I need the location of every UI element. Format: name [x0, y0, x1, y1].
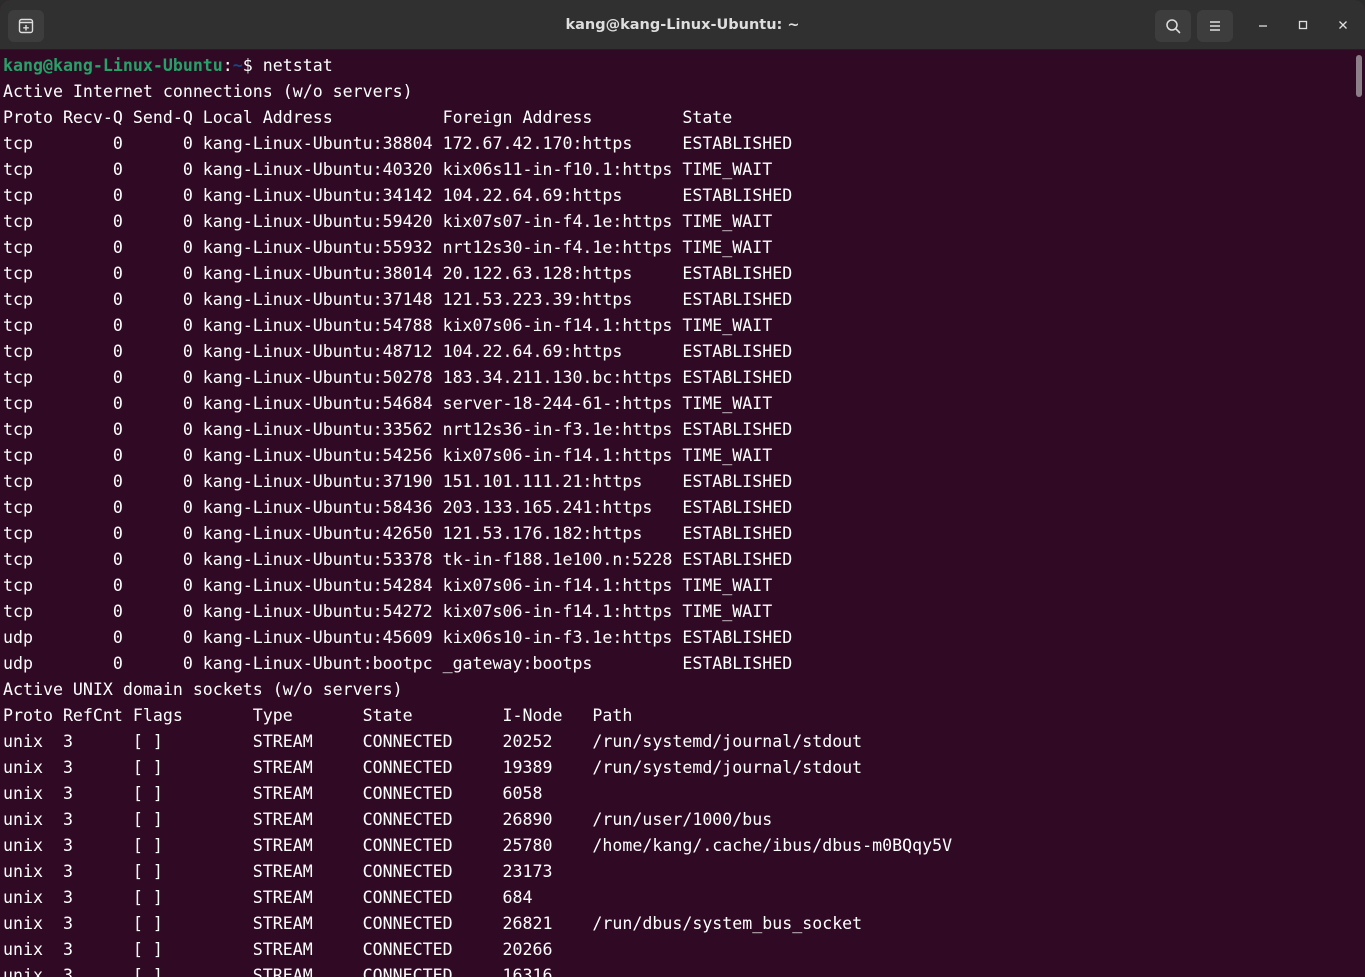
- unix-socket-row: unix 3 [ ] STREAM CONNECTED 26821 /run/d…: [3, 914, 863, 933]
- hamburger-menu-icon: [1208, 19, 1222, 33]
- inet-connection-row: udp 0 0 kang-Linux-Ubuntu:45609 kix06s10…: [3, 628, 793, 647]
- unix-socket-row: unix 3 [ ] STREAM CONNECTED 20266: [3, 940, 593, 959]
- terminal-window: kang@kang-Linux-Ubuntu: ~ kang@kang-Linu…: [0, 0, 1365, 977]
- inet-connection-row: tcp 0 0 kang-Linux-Ubuntu:37190 151.101.…: [3, 472, 793, 491]
- unix-socket-row: unix 3 [ ] STREAM CONNECTED 26890 /run/u…: [3, 810, 773, 829]
- inet-connection-row: tcp 0 0 kang-Linux-Ubuntu:40320 kix06s11…: [3, 160, 793, 179]
- inet-column-headers: Proto Recv-Q Send-Q Local Address Foreig…: [3, 108, 793, 127]
- prompt-path: ~: [232, 56, 243, 75]
- inet-connection-row: tcp 0 0 kang-Linux-Ubuntu:34142 104.22.6…: [3, 186, 793, 205]
- inet-connection-row: tcp 0 0 kang-Linux-Ubuntu:54684 server-1…: [3, 394, 793, 413]
- inet-connection-list: tcp 0 0 kang-Linux-Ubuntu:38804 172.67.4…: [3, 131, 1351, 677]
- inet-connection-row: tcp 0 0 kang-Linux-Ubuntu:54284 kix07s06…: [3, 576, 793, 595]
- minimize-icon: [1257, 16, 1269, 35]
- close-icon: [1337, 16, 1349, 35]
- unix-socket-row: unix 3 [ ] STREAM CONNECTED 6058: [3, 784, 593, 803]
- prompt-command: netstat: [262, 56, 333, 75]
- search-icon: [1165, 18, 1181, 34]
- new-tab-button[interactable]: [8, 10, 44, 42]
- inet-connection-row: tcp 0 0 kang-Linux-Ubuntu:37148 121.53.2…: [3, 290, 793, 309]
- menu-button[interactable]: [1197, 10, 1233, 42]
- inet-connection-row: tcp 0 0 kang-Linux-Ubuntu:59420 kix07s07…: [3, 212, 793, 231]
- new-tab-icon: [18, 18, 34, 34]
- unix-section-header: Active UNIX domain sockets (w/o servers): [3, 680, 403, 699]
- inet-connection-row: tcp 0 0 kang-Linux-Ubuntu:48712 104.22.6…: [3, 342, 793, 361]
- scrollbar-thumb[interactable]: [1356, 55, 1362, 97]
- inet-section-header: Active Internet connections (w/o servers…: [3, 82, 413, 101]
- inet-connection-row: tcp 0 0 kang-Linux-Ubuntu:42650 121.53.1…: [3, 524, 793, 543]
- maximize-button[interactable]: [1291, 13, 1315, 37]
- prompt-line: kang@kang-Linux-Ubuntu:~$ netstat: [3, 53, 1351, 79]
- title-bar[interactable]: kang@kang-Linux-Ubuntu: ~: [0, 0, 1365, 50]
- unix-column-headers: Proto RefCnt Flags Type State I-Node Pat…: [3, 706, 633, 725]
- inet-connection-row: tcp 0 0 kang-Linux-Ubuntu:54788 kix07s06…: [3, 316, 793, 335]
- maximize-icon: [1297, 16, 1309, 35]
- inet-connection-row: tcp 0 0 kang-Linux-Ubuntu:53378 tk-in-f1…: [3, 550, 793, 569]
- inet-connection-row: tcp 0 0 kang-Linux-Ubuntu:50278 183.34.2…: [3, 368, 793, 387]
- inet-connection-row: tcp 0 0 kang-Linux-Ubuntu:38014 20.122.6…: [3, 264, 793, 283]
- inet-connection-row: tcp 0 0 kang-Linux-Ubuntu:54272 kix07s06…: [3, 602, 793, 621]
- prompt-user-host: kang@kang-Linux-Ubuntu: [3, 56, 223, 75]
- terminal-output[interactable]: kang@kang-Linux-Ubuntu:~$ netstat Active…: [0, 51, 1351, 977]
- search-button[interactable]: [1155, 10, 1191, 42]
- prompt-separator: :: [222, 56, 233, 75]
- terminal-scrollbar[interactable]: [1351, 51, 1365, 977]
- minimize-button[interactable]: [1251, 13, 1275, 37]
- unix-socket-row: unix 3 [ ] STREAM CONNECTED 23173: [3, 862, 593, 881]
- inet-connection-row: tcp 0 0 kang-Linux-Ubuntu:58436 203.133.…: [3, 498, 793, 517]
- close-button[interactable]: [1331, 13, 1355, 37]
- inet-connection-row: tcp 0 0 kang-Linux-Ubuntu:38804 172.67.4…: [3, 134, 793, 153]
- unix-socket-row: unix 3 [ ] STREAM CONNECTED 19389 /run/s…: [3, 758, 863, 777]
- inet-connection-row: tcp 0 0 kang-Linux-Ubuntu:55932 nrt12s30…: [3, 238, 793, 257]
- prompt-symbol: $: [242, 56, 263, 75]
- unix-socket-list: unix 3 [ ] STREAM CONNECTED 20252 /run/s…: [3, 729, 1351, 977]
- unix-socket-row: unix 3 [ ] STREAM CONNECTED 20252 /run/s…: [3, 732, 863, 751]
- inet-connection-row: tcp 0 0 kang-Linux-Ubuntu:33562 nrt12s36…: [3, 420, 793, 439]
- unix-socket-row: unix 3 [ ] STREAM CONNECTED 16316: [3, 966, 593, 977]
- inet-connection-row: tcp 0 0 kang-Linux-Ubuntu:54256 kix07s06…: [3, 446, 793, 465]
- inet-connection-row: udp 0 0 kang-Linux-Ubunt:bootpc _gateway…: [3, 654, 793, 673]
- unix-socket-row: unix 3 [ ] STREAM CONNECTED 25780 /home/…: [3, 836, 953, 855]
- unix-socket-row: unix 3 [ ] STREAM CONNECTED 684: [3, 888, 593, 907]
